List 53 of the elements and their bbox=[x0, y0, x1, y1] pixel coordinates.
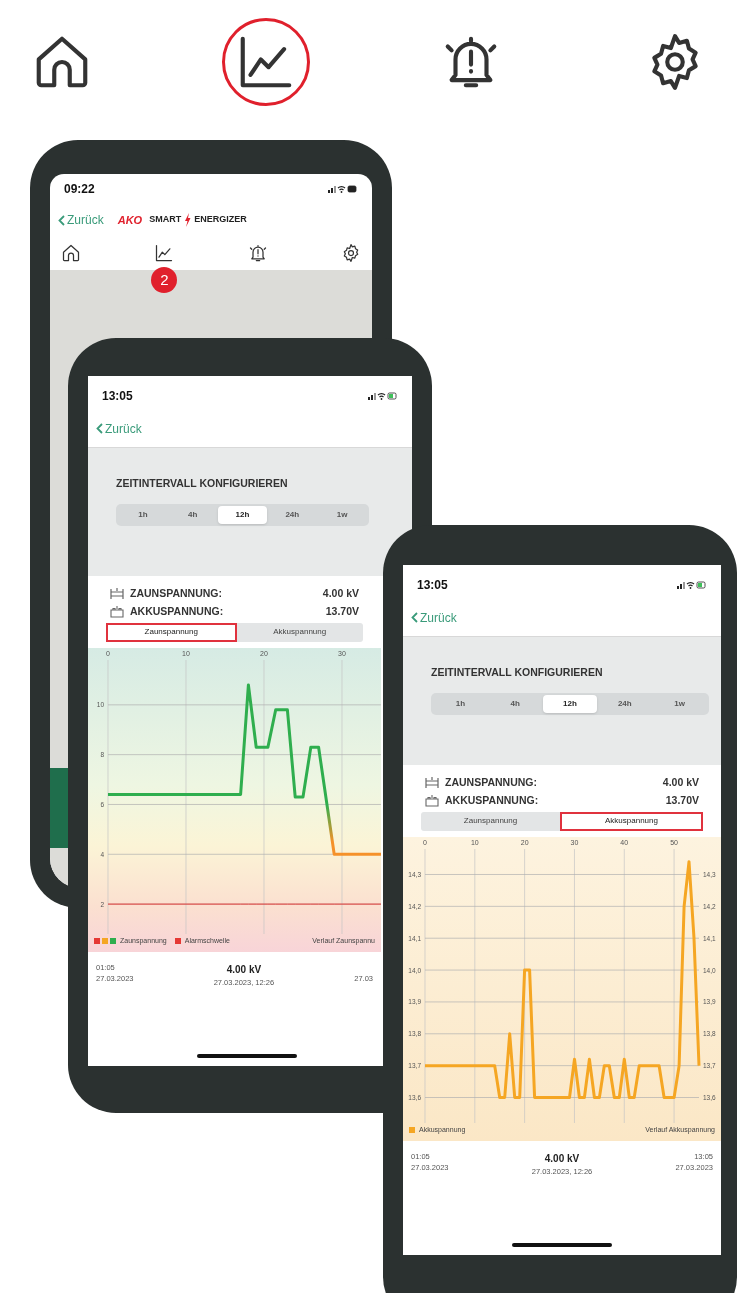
step-badge: 2 bbox=[151, 267, 178, 293]
section-title: ZEITINTERVALL KONFIGURIEREN bbox=[116, 476, 289, 491]
fence-icon bbox=[425, 776, 439, 790]
status-time: 09:22 bbox=[64, 181, 95, 198]
reading-label: AKKUSPANNUNG: bbox=[130, 603, 224, 619]
brand-logo: AKO SMART ENERGIZER bbox=[117, 212, 247, 229]
reading-value: 13.70V bbox=[325, 603, 359, 619]
interval-tab[interactable]: 1w bbox=[652, 694, 707, 713]
back-link[interactable]: Zurück bbox=[96, 419, 142, 438]
reading-value: 4.00 kV bbox=[662, 775, 699, 790]
home-icon bbox=[61, 243, 81, 263]
alarm-bell-icon bbox=[247, 243, 268, 263]
interval-tab[interactable]: 24h bbox=[597, 694, 653, 713]
nav-tab[interactable] bbox=[247, 243, 268, 263]
status-icons bbox=[328, 184, 358, 194]
interval-tab[interactable]: 4h bbox=[167, 505, 218, 524]
footer-current-value: 4.00 kV bbox=[226, 963, 262, 977]
interval-tab[interactable]: 12h bbox=[217, 505, 268, 524]
nav-tab[interactable] bbox=[61, 243, 81, 263]
nav-tab[interactable] bbox=[222, 18, 311, 106]
status-icons bbox=[368, 391, 398, 401]
reading-label: ZAUNSPANNUNG: bbox=[445, 775, 537, 790]
reading-value: 13.70V bbox=[665, 792, 699, 808]
status-icons bbox=[677, 580, 707, 590]
chevron-left-icon bbox=[96, 423, 103, 434]
reading-value: 4.00 kV bbox=[322, 586, 359, 601]
chevron-left-icon bbox=[58, 214, 65, 226]
interval-tab[interactable]: 12h bbox=[542, 694, 598, 713]
chart-tab[interactable]: Akkuspannung bbox=[236, 622, 363, 642]
interval-tab[interactable]: 4h bbox=[487, 694, 543, 713]
nav-tab[interactable] bbox=[154, 243, 175, 263]
line-chart-icon bbox=[154, 243, 175, 263]
footer-current-value: 4.00 kV bbox=[544, 1152, 580, 1166]
interval-tab[interactable]: 1h bbox=[433, 694, 488, 713]
section-title: ZEITINTERVALL KONFIGURIEREN bbox=[431, 665, 604, 680]
status-time: 13:05 bbox=[417, 577, 448, 594]
back-link[interactable]: Zurück bbox=[58, 211, 104, 229]
chart-tab[interactable]: Zaunspannung bbox=[106, 622, 237, 642]
back-link[interactable]: Zurück bbox=[411, 608, 457, 627]
chevron-left-icon bbox=[411, 612, 418, 623]
chart-tab[interactable]: Akkuspannung bbox=[560, 811, 703, 831]
interval-tab[interactable]: 24h bbox=[267, 505, 318, 524]
interval-tab[interactable]: 1h bbox=[118, 505, 168, 524]
chart-tab[interactable]: Zaunspannung bbox=[421, 811, 560, 831]
fence-icon bbox=[110, 587, 124, 601]
nav-tab[interactable] bbox=[341, 243, 361, 263]
battery-icon bbox=[425, 794, 439, 808]
status-time: 13:05 bbox=[102, 388, 133, 405]
reading-label: ZAUNSPANNUNG: bbox=[130, 586, 222, 601]
battery-icon bbox=[110, 605, 124, 619]
interval-tab[interactable]: 1w bbox=[317, 505, 367, 524]
reading-label: AKKUSPANNUNG: bbox=[445, 792, 539, 808]
settings-icon bbox=[341, 243, 361, 263]
